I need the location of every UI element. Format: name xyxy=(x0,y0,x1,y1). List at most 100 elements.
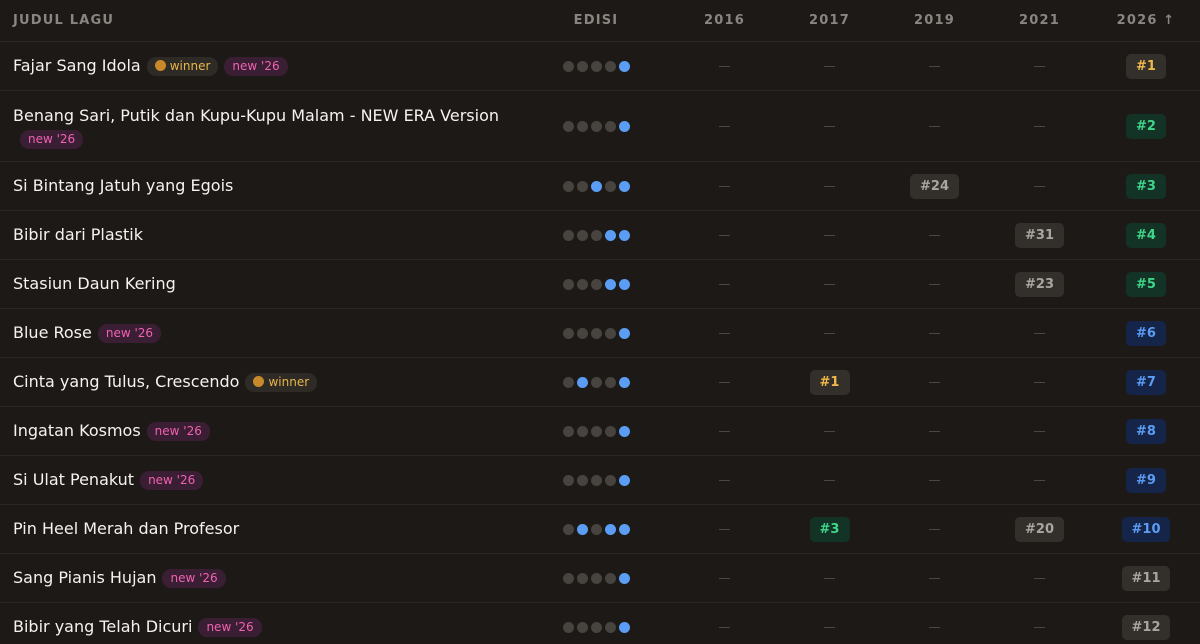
table-row[interactable]: Benang Sari, Putik dan Kupu-Kupu Malam -… xyxy=(0,91,1200,162)
header-year-2016[interactable]: 2016 xyxy=(672,13,777,28)
edition-dots xyxy=(562,180,630,192)
edition-dot-inactive xyxy=(604,425,616,437)
song-title[interactable]: Benang Sari, Putik dan Kupu-Kupu Malam -… xyxy=(13,104,514,128)
rank-badge: #24 xyxy=(910,173,959,199)
song-title[interactable]: Ingatan Kosmos xyxy=(13,419,141,443)
rank-cell: #10 xyxy=(1092,516,1200,542)
rank-cell: #24 xyxy=(882,173,987,199)
rank-cell xyxy=(672,577,777,579)
rank-badge: #23 xyxy=(1015,271,1064,297)
empty-rank-dash xyxy=(824,65,835,67)
song-title[interactable]: Pin Heel Merah dan Profesor xyxy=(13,517,239,541)
rank-cell: #1 xyxy=(1092,53,1200,79)
edition-cell xyxy=(520,120,672,132)
empty-rank-dash xyxy=(719,332,730,334)
song-title[interactable]: Bibir yang Telah Dicuri xyxy=(13,615,192,639)
rank-badge: #2 xyxy=(1126,113,1166,139)
empty-rank-dash xyxy=(929,577,940,579)
song-title-cell: Pin Heel Merah dan Profesor xyxy=(0,517,520,541)
song-title[interactable]: Bibir dari Plastik xyxy=(13,223,143,247)
song-title[interactable]: Fajar Sang Idola xyxy=(13,54,141,78)
edition-dot-active xyxy=(618,180,630,192)
edition-dot-active xyxy=(618,60,630,72)
rank-badge: #20 xyxy=(1015,516,1064,542)
rank-cell xyxy=(987,577,1092,579)
rank-badge: #1 xyxy=(1126,53,1166,79)
header-edisi[interactable]: EDISI xyxy=(520,13,672,28)
song-title[interactable]: Blue Rose xyxy=(13,321,92,345)
header-year-2021[interactable]: 2021 xyxy=(987,13,1092,28)
rank-cell xyxy=(777,65,882,67)
table-row[interactable]: Sang Pianis Hujan new '26 #11 xyxy=(0,554,1200,603)
edition-dot-inactive xyxy=(576,180,588,192)
song-title-cell: Si Ulat Penakut new '26 xyxy=(0,468,520,492)
rank-badge: #1 xyxy=(809,369,850,395)
rank-cell: #12 xyxy=(1092,614,1200,640)
medal-icon xyxy=(154,59,166,71)
table-row[interactable]: Si Ulat Penakut new '26 #9 xyxy=(0,456,1200,505)
song-title-cell: Sang Pianis Hujan new '26 xyxy=(0,566,520,590)
table-row[interactable]: Fajar Sang Idola winner new '26 #1 xyxy=(0,42,1200,91)
song-title[interactable]: Si Ulat Penakut xyxy=(13,468,134,492)
rank-cell: #31 xyxy=(987,222,1092,248)
rank-cell xyxy=(987,381,1092,383)
edition-cell xyxy=(520,621,672,633)
edition-dot-inactive xyxy=(604,180,616,192)
rank-cell xyxy=(777,430,882,432)
rank-cell: #5 xyxy=(1092,271,1200,297)
new-badge: new '26 xyxy=(198,617,262,637)
table-row[interactable]: Stasiun Daun Kering #23 #5 xyxy=(0,260,1200,309)
rank-cell xyxy=(777,125,882,127)
table-row[interactable]: Pin Heel Merah dan Profesor #3 #20 #10 xyxy=(0,505,1200,554)
table-row[interactable]: Bibir dari Plastik #31 #4 xyxy=(0,211,1200,260)
rank-cell xyxy=(882,125,987,127)
empty-rank-dash xyxy=(719,626,730,628)
song-tags: winner new '26 xyxy=(146,56,288,76)
rank-cell xyxy=(672,626,777,628)
song-title[interactable]: Sang Pianis Hujan xyxy=(13,566,156,590)
rank-badge: #6 xyxy=(1126,320,1166,346)
header-title[interactable]: JUDUL LAGU xyxy=(0,13,520,28)
table-row[interactable]: Bibir yang Telah Dicuri new '26 #12 xyxy=(0,603,1200,644)
empty-rank-dash xyxy=(824,430,835,432)
rank-cell xyxy=(882,283,987,285)
table-row[interactable]: Ingatan Kosmos new '26 #8 xyxy=(0,407,1200,456)
edition-cell xyxy=(520,572,672,584)
table-row[interactable]: Si Bintang Jatuh yang Egois #24 #3 xyxy=(0,162,1200,211)
header-year-2026-sorted[interactable]: 2026 ↑ xyxy=(1092,13,1200,28)
empty-rank-dash xyxy=(824,185,835,187)
edition-dot-inactive xyxy=(562,327,574,339)
edition-dot-inactive xyxy=(562,60,574,72)
song-title[interactable]: Cinta yang Tulus, Crescendo xyxy=(13,370,239,394)
rank-cell: #3 xyxy=(777,516,882,542)
edition-dots xyxy=(562,120,630,132)
edition-dot-inactive xyxy=(604,474,616,486)
edition-dots xyxy=(562,474,630,486)
edition-dot-active xyxy=(576,523,588,535)
rank-cell xyxy=(777,577,882,579)
edition-dot-inactive xyxy=(590,229,602,241)
edition-dots xyxy=(562,278,630,290)
edition-dot-inactive xyxy=(576,425,588,437)
rank-cell xyxy=(777,234,882,236)
song-tags: winner xyxy=(245,372,318,392)
edition-dot-active xyxy=(618,120,630,132)
edition-dot-active xyxy=(618,327,630,339)
edition-dot-inactive xyxy=(590,425,602,437)
song-title[interactable]: Si Bintang Jatuh yang Egois xyxy=(13,174,233,198)
table-row[interactable]: Cinta yang Tulus, Crescendo winner #1 #7 xyxy=(0,358,1200,407)
edition-dot-active xyxy=(576,376,588,388)
edition-dot-inactive xyxy=(576,120,588,132)
empty-rank-dash xyxy=(1034,185,1045,187)
rank-cell xyxy=(987,185,1092,187)
table-row[interactable]: Blue Rose new '26 #6 xyxy=(0,309,1200,358)
rank-cell: #3 xyxy=(1092,173,1200,199)
rank-cell xyxy=(882,528,987,530)
song-title-cell: Bibir yang Telah Dicuri new '26 xyxy=(0,615,520,639)
header-year-2017[interactable]: 2017 xyxy=(777,13,882,28)
rank-cell xyxy=(672,430,777,432)
empty-rank-dash xyxy=(929,283,940,285)
song-title[interactable]: Stasiun Daun Kering xyxy=(13,272,176,296)
header-year-2019[interactable]: 2019 xyxy=(882,13,987,28)
song-title-cell: Blue Rose new '26 xyxy=(0,321,520,345)
